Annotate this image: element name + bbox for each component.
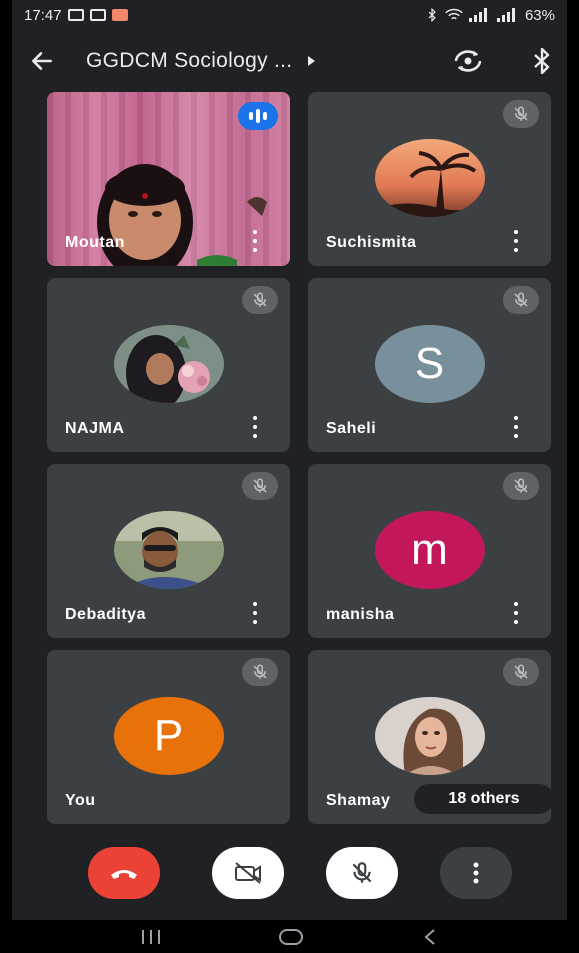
muted-mic-icon bbox=[503, 472, 539, 500]
recent-apps-icon[interactable] bbox=[139, 927, 163, 947]
avatar-initial: m bbox=[411, 525, 448, 574]
caret-right-icon[interactable] bbox=[308, 56, 316, 66]
avatar-initial: P bbox=[153, 711, 184, 760]
participant-name: Debaditya bbox=[65, 606, 146, 623]
participant-avatar: m bbox=[374, 511, 485, 589]
back-nav-icon[interactable] bbox=[420, 927, 440, 947]
participant-name: Shamay bbox=[326, 792, 391, 809]
participant-avatar: S bbox=[374, 325, 485, 403]
participant-avatar bbox=[374, 139, 485, 217]
camera-toggle-button[interactable] bbox=[212, 847, 284, 899]
participant-name: Moutan bbox=[65, 234, 125, 251]
home-icon[interactable] bbox=[277, 927, 305, 947]
app-notification-icon bbox=[111, 9, 128, 21]
participant-tile-saheli[interactable]: S Saheli bbox=[308, 278, 551, 452]
participant-tile-najma[interactable]: NAJMA bbox=[47, 278, 290, 452]
participant-options-icon[interactable] bbox=[511, 230, 521, 252]
more-options-button[interactable] bbox=[440, 847, 512, 899]
participant-tile-debaditya[interactable]: Debaditya bbox=[47, 464, 290, 638]
camera-off-icon bbox=[235, 862, 261, 884]
participant-options-icon[interactable] bbox=[511, 602, 521, 624]
participant-name: Saheli bbox=[326, 420, 377, 437]
participant-options-icon[interactable] bbox=[250, 602, 260, 624]
others-count-button[interactable]: 18 others bbox=[414, 784, 554, 814]
participant-name: manisha bbox=[326, 606, 395, 623]
more-vert-icon bbox=[473, 862, 479, 884]
avatar-initial: S bbox=[414, 339, 445, 388]
participant-tile-you[interactable]: P You bbox=[47, 650, 290, 824]
participant-avatar: P bbox=[113, 697, 224, 775]
end-call-button[interactable] bbox=[88, 847, 160, 899]
muted-mic-icon bbox=[242, 658, 278, 686]
status-bar: 17:47 63% bbox=[12, 0, 567, 30]
muted-mic-icon bbox=[503, 286, 539, 314]
signal-2-icon bbox=[496, 8, 515, 22]
mic-off-icon bbox=[352, 862, 372, 883]
bluetooth-status-icon bbox=[428, 8, 436, 22]
end-call-icon bbox=[111, 870, 137, 879]
top-app-bar: GGDCM Sociology ... bbox=[12, 35, 567, 87]
participant-options-icon[interactable] bbox=[250, 416, 260, 438]
back-button[interactable] bbox=[16, 35, 68, 87]
participant-tile-suchismita[interactable]: Suchismita bbox=[308, 92, 551, 266]
participant-avatar bbox=[113, 325, 224, 403]
system-nav-bar bbox=[12, 920, 567, 953]
speaking-indicator-icon bbox=[238, 102, 278, 130]
muted-mic-icon bbox=[242, 286, 278, 314]
message-notification-icon bbox=[89, 9, 106, 21]
participant-tile-manisha[interactable]: m manisha bbox=[308, 464, 551, 638]
participant-name: You bbox=[65, 792, 96, 809]
participant-options-icon[interactable] bbox=[250, 230, 260, 252]
participant-avatar bbox=[113, 511, 224, 589]
gallery-notification-icon bbox=[67, 9, 84, 21]
participant-options-icon[interactable] bbox=[511, 416, 521, 438]
audio-output-button[interactable] bbox=[524, 43, 560, 79]
switch-camera-button[interactable] bbox=[450, 43, 486, 79]
meet-screen: 17:47 63% GGDCM Sociology ... Moutan Suc… bbox=[12, 0, 567, 953]
battery-level: 63% bbox=[524, 6, 555, 24]
muted-mic-icon bbox=[242, 472, 278, 500]
bluetooth-icon bbox=[534, 48, 550, 74]
back-arrow-icon bbox=[32, 52, 52, 70]
muted-mic-icon bbox=[503, 658, 539, 686]
status-time: 17:47 bbox=[24, 6, 62, 24]
mic-toggle-button[interactable] bbox=[326, 847, 398, 899]
participant-name: NAJMA bbox=[65, 420, 125, 437]
switch-camera-icon bbox=[454, 50, 482, 72]
signal-icon bbox=[468, 8, 487, 22]
participant-avatar bbox=[374, 697, 485, 775]
meeting-title[interactable]: GGDCM Sociology ... bbox=[86, 49, 292, 73]
wifi-icon bbox=[445, 8, 463, 20]
participant-tile-moutan[interactable]: Moutan bbox=[47, 92, 290, 266]
participant-name: Suchismita bbox=[326, 234, 417, 251]
muted-mic-icon bbox=[503, 100, 539, 128]
